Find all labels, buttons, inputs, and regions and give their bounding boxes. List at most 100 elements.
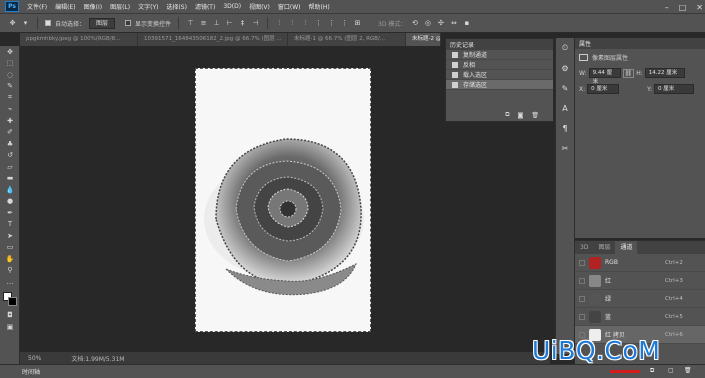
- auto-align-icon[interactable]: ⊞: [353, 19, 362, 28]
- channel-row[interactable]: 绿 Ctrl+4: [575, 290, 705, 308]
- menu-window[interactable]: 窗口(W): [274, 2, 305, 11]
- distribute-left-icon[interactable]: ⋮: [314, 19, 323, 28]
- blur-icon[interactable]: 💧: [0, 184, 20, 196]
- tab-doc-3[interactable]: 未标题-1 @ 66.7% (图层 2, RGB/...: [288, 33, 406, 46]
- history-item-selected[interactable]: 存储选区: [446, 80, 553, 90]
- height-field[interactable]: 14.22 厘米: [644, 68, 685, 78]
- move-icon[interactable]: ✥: [0, 46, 20, 58]
- lasso-icon[interactable]: ◌: [0, 69, 20, 81]
- more-icon[interactable]: …: [0, 276, 20, 288]
- chevron-down-icon[interactable]: ▾: [21, 19, 30, 28]
- move-tool-icon[interactable]: ✥: [8, 19, 17, 28]
- menu-file[interactable]: 文件(F): [23, 2, 51, 11]
- tab-layers[interactable]: 图层: [593, 241, 615, 254]
- menu-view[interactable]: 视图(V): [245, 2, 274, 11]
- shape-icon[interactable]: ▭: [0, 242, 20, 254]
- align-top-icon[interactable]: ⊤: [186, 19, 195, 28]
- x-field[interactable]: 0 厘米: [587, 84, 620, 94]
- quick-mask-icon[interactable]: ◘: [0, 310, 20, 322]
- align-center-icon[interactable]: ‡: [238, 19, 247, 28]
- distribute-middle-icon[interactable]: ⫶: [288, 19, 297, 28]
- history-title[interactable]: 历史记录: [450, 40, 474, 49]
- tab-doc-2[interactable]: 10391571_164843506182_2.jpg @ 66.7% (图层 …: [138, 33, 288, 46]
- brush-icon[interactable]: ✐: [0, 127, 20, 139]
- eyedropper-icon[interactable]: ⌁: [0, 104, 20, 116]
- character-panel-icon[interactable]: A: [556, 98, 574, 118]
- minimize-button[interactable]: –: [665, 3, 669, 12]
- tab-doc-4[interactable]: 未标题-2 @...: [406, 33, 441, 46]
- close-button[interactable]: ✕: [696, 3, 703, 12]
- history-brush-icon[interactable]: ↺: [0, 150, 20, 162]
- menu-layer[interactable]: 图层(L): [106, 2, 134, 11]
- align-left-icon[interactable]: ⊢: [225, 19, 234, 28]
- new-document-from-state-icon[interactable]: ⧉: [505, 111, 509, 119]
- 3d-roll-icon[interactable]: ◎: [423, 19, 432, 28]
- zoom-level[interactable]: 50%: [28, 355, 41, 362]
- stamp-icon[interactable]: ♣: [0, 138, 20, 150]
- timeline-tab[interactable]: 时间轴: [22, 367, 40, 376]
- trash-icon[interactable]: 🗑: [531, 112, 539, 119]
- visibility-toggle[interactable]: [579, 277, 585, 284]
- distribute-right-icon[interactable]: ⋮: [340, 19, 349, 28]
- brush-panel-icon[interactable]: ✎: [556, 78, 574, 98]
- tab-channels[interactable]: 通道: [615, 241, 638, 254]
- menu-edit[interactable]: 编辑(E): [51, 2, 79, 11]
- 3d-slide-icon[interactable]: ⇔: [449, 19, 458, 28]
- channel-row[interactable]: 蓝 Ctrl+5: [575, 308, 705, 326]
- hand-icon[interactable]: ✋: [0, 253, 20, 265]
- visibility-toggle[interactable]: [579, 295, 585, 302]
- channel-row[interactable]: RGB Ctrl+2: [575, 254, 705, 272]
- visibility-toggle[interactable]: [579, 313, 585, 320]
- history-item[interactable]: 反相: [446, 60, 553, 70]
- align-middle-icon[interactable]: ≡: [199, 19, 208, 28]
- pen-icon[interactable]: ✒: [0, 207, 20, 219]
- screen-mode-icon[interactable]: ▣: [0, 321, 20, 333]
- tab-3d[interactable]: 3D: [575, 241, 593, 254]
- menu-type[interactable]: 文字(Y): [134, 2, 162, 11]
- color-swatches[interactable]: [0, 288, 19, 310]
- align-bottom-icon[interactable]: ⊥: [212, 19, 221, 28]
- 3d-scale-icon[interactable]: ▪: [462, 19, 471, 28]
- menu-image[interactable]: 图像(I): [80, 2, 106, 11]
- tools-panel-icon[interactable]: ✂: [556, 138, 574, 158]
- document-canvas[interactable]: [195, 68, 371, 332]
- marquee-icon[interactable]: ⬚: [0, 58, 20, 70]
- maximize-button[interactable]: □: [679, 3, 687, 12]
- 3d-pan-icon[interactable]: ✣: [436, 19, 445, 28]
- tab-doc-1[interactable]: ppgkmhbky.jpeg @ 100%(RGB/8...: [20, 33, 138, 46]
- path-select-icon[interactable]: ➤: [0, 230, 20, 242]
- save-selection-icon[interactable]: ▢: [668, 367, 674, 374]
- dodge-icon[interactable]: ●: [0, 196, 20, 208]
- width-field[interactable]: 9.44 厘米: [588, 68, 621, 85]
- history-panel-icon[interactable]: ⏲: [556, 38, 574, 58]
- properties-panel-icon[interactable]: ⚙: [556, 58, 574, 78]
- history-item[interactable]: 复制通道: [446, 50, 553, 60]
- type-icon[interactable]: T: [0, 219, 20, 231]
- properties-title[interactable]: 属性: [579, 39, 591, 48]
- distribute-top-icon[interactable]: ⫶: [275, 19, 284, 28]
- history-item[interactable]: 载入选区: [446, 70, 553, 80]
- menu-select[interactable]: 选择(S): [162, 2, 191, 11]
- 3d-rotate-icon[interactable]: ⟲: [410, 19, 419, 28]
- new-channel-icon[interactable]: ⧉: [650, 367, 654, 375]
- crop-icon[interactable]: ⌗: [0, 92, 20, 104]
- show-transform-checkbox[interactable]: [125, 20, 132, 26]
- gradient-icon[interactable]: ▬: [0, 173, 20, 185]
- menu-filter[interactable]: 滤镜(T): [191, 2, 219, 11]
- align-right-icon[interactable]: ⊣: [251, 19, 260, 28]
- eraser-icon[interactable]: ▱: [0, 161, 20, 173]
- y-field[interactable]: 0 厘米: [654, 84, 695, 94]
- visibility-toggle[interactable]: [579, 259, 585, 266]
- zoom-icon[interactable]: ⚲: [0, 265, 20, 277]
- channel-row[interactable]: 红 Ctrl+3: [575, 272, 705, 290]
- healing-icon[interactable]: ✚: [0, 115, 20, 127]
- camera-icon[interactable]: ◙: [518, 112, 524, 119]
- distribute-bottom-icon[interactable]: ⫶: [301, 19, 310, 28]
- link-icon[interactable]: ⛓: [622, 68, 635, 78]
- trash-icon[interactable]: 🗑: [684, 367, 692, 374]
- menu-help[interactable]: 帮助(H): [305, 2, 334, 11]
- auto-select-checkbox[interactable]: [45, 20, 51, 26]
- menu-3d[interactable]: 3D(D): [219, 3, 245, 10]
- auto-select-dropdown[interactable]: 图层: [89, 17, 116, 29]
- distribute-center-icon[interactable]: ⋮: [327, 19, 336, 28]
